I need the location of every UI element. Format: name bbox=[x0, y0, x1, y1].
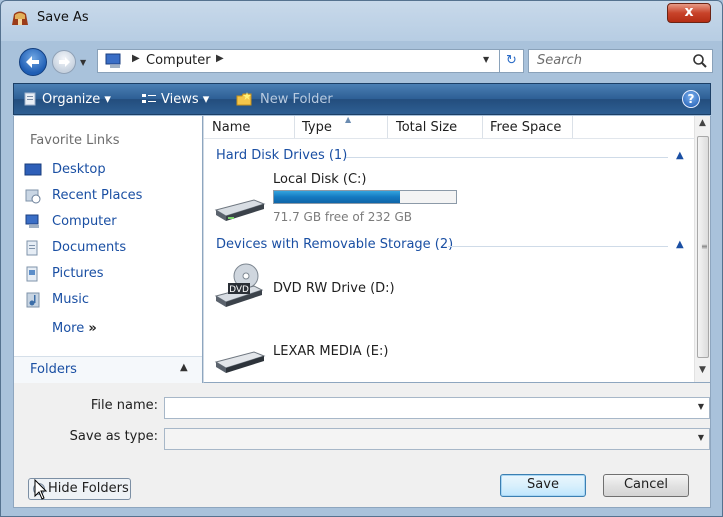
group-divider bbox=[448, 246, 668, 247]
scroll-up-icon[interactable]: ▲ bbox=[699, 118, 706, 128]
computer-icon bbox=[105, 53, 121, 68]
dvd-badge: DVD bbox=[229, 285, 249, 295]
search-placeholder: Search bbox=[537, 53, 582, 68]
vertical-scrollbar[interactable]: ▲ ≡ ▼ bbox=[694, 116, 710, 382]
folders-label: Folders bbox=[30, 362, 77, 377]
fav-link-label: Music bbox=[52, 292, 89, 307]
file-list-pane: Name ▲ Type Total Size Free Space Hard D… bbox=[203, 116, 711, 383]
chevron-up-icon[interactable]: ▲ bbox=[676, 239, 684, 250]
dvd-drive-icon: DVD bbox=[214, 263, 264, 307]
cancel-button[interactable]: Cancel bbox=[603, 474, 689, 497]
mouse-cursor-icon bbox=[34, 479, 48, 500]
search-icon[interactable] bbox=[692, 53, 708, 69]
recent-places-icon bbox=[25, 189, 41, 204]
hard-disk-icon bbox=[214, 199, 266, 221]
recent-pages-dropdown-icon[interactable]: ▼ bbox=[80, 58, 86, 67]
column-divider[interactable] bbox=[572, 116, 573, 138]
organize-icon bbox=[24, 92, 36, 106]
grip-icon: ≡ bbox=[701, 242, 708, 251]
column-divider[interactable] bbox=[482, 116, 483, 138]
save-options-panel: File name: ▼ Save as type: ▼ ▲ Hide Fold… bbox=[13, 383, 711, 508]
hide-folders-label: Hide Folders bbox=[48, 481, 129, 496]
favorite-links-header: Favorite Links bbox=[30, 133, 120, 148]
drive-usage-bar bbox=[273, 190, 457, 204]
save-type-select[interactable]: ▼ bbox=[164, 428, 710, 450]
double-chevron-right-icon: » bbox=[88, 321, 97, 336]
navigation-pane: Favorite Links Desktop Recent Places Com… bbox=[13, 116, 203, 383]
views-label: Views bbox=[161, 92, 199, 107]
column-header-name[interactable]: Name bbox=[212, 120, 250, 135]
chevron-down-icon[interactable]: ▼ bbox=[698, 433, 704, 442]
fav-link-label: Pictures bbox=[52, 266, 104, 281]
window-title: Save As bbox=[37, 10, 89, 25]
group-header-hard-disks[interactable]: Hard Disk Drives (1) bbox=[216, 148, 347, 163]
drive-name-c[interactable]: Local Disk (C:) bbox=[273, 172, 366, 187]
group-header-removable[interactable]: Devices with Removable Storage (2) bbox=[216, 237, 453, 252]
chevron-up-icon[interactable]: ▲ bbox=[676, 150, 684, 161]
save-type-label: Save as type: bbox=[69, 429, 158, 444]
back-arrow-icon bbox=[26, 56, 39, 68]
search-input[interactable]: Search bbox=[528, 49, 713, 73]
app-icon bbox=[12, 11, 28, 25]
column-headers: Name ▲ Type Total Size Free Space bbox=[204, 116, 694, 139]
fav-link-label: Recent Places bbox=[52, 188, 143, 203]
views-icon bbox=[142, 94, 156, 103]
scroll-thumb[interactable]: ≡ bbox=[697, 136, 709, 358]
fav-link-label: Computer bbox=[52, 214, 117, 229]
title-bar[interactable]: Save As x bbox=[1, 1, 722, 39]
close-button[interactable]: x bbox=[667, 3, 711, 23]
documents-icon bbox=[26, 240, 38, 256]
new-folder-icon bbox=[236, 92, 252, 106]
column-divider[interactable] bbox=[387, 116, 388, 138]
new-folder-button[interactable]: New Folder bbox=[260, 92, 333, 107]
fav-link-label: Documents bbox=[52, 240, 127, 255]
column-divider[interactable] bbox=[294, 116, 295, 138]
column-header-free-space[interactable]: Free Space bbox=[490, 120, 561, 135]
music-icon bbox=[26, 292, 40, 308]
column-header-total-size[interactable]: Total Size bbox=[396, 120, 457, 135]
organize-label: Organize bbox=[42, 92, 101, 107]
computer-icon bbox=[25, 214, 39, 228]
drive-name-e[interactable]: LEXAR MEDIA (E:) bbox=[273, 344, 388, 359]
pictures-icon bbox=[26, 266, 38, 282]
save-as-dialog: Save As x ▼ ▶ Computer ▶ ▼ ↻ Search Orga… bbox=[0, 0, 723, 517]
breadcrumb-chevron-icon[interactable]: ▶ bbox=[216, 53, 224, 64]
organize-button[interactable]: Organize ▾ bbox=[42, 92, 111, 107]
forward-arrow-icon bbox=[59, 57, 70, 67]
address-dropdown-icon[interactable]: ▼ bbox=[483, 55, 489, 64]
refresh-button[interactable]: ↻ bbox=[500, 49, 524, 73]
address-bar[interactable]: ▶ Computer ▶ ▼ bbox=[97, 49, 500, 73]
views-button[interactable]: Views ▾ bbox=[161, 92, 209, 107]
folders-bar[interactable]: Folders ▲ bbox=[14, 356, 202, 383]
drive-free-space: 71.7 GB free of 232 GB bbox=[273, 210, 412, 224]
column-header-type[interactable]: Type bbox=[302, 120, 332, 135]
file-name-input[interactable]: ▼ bbox=[164, 397, 710, 419]
drive-usage-fill bbox=[274, 191, 400, 203]
save-button[interactable]: Save bbox=[500, 474, 586, 497]
sort-indicator-icon: ▲ bbox=[345, 116, 352, 124]
breadcrumb-computer[interactable]: Computer bbox=[146, 53, 211, 68]
breadcrumb-chevron-icon[interactable]: ▶ bbox=[132, 53, 140, 64]
close-icon: x bbox=[684, 4, 694, 20]
help-button[interactable]: ? bbox=[682, 90, 700, 108]
desktop-icon bbox=[24, 163, 42, 176]
refresh-icon: ↻ bbox=[506, 53, 517, 68]
file-name-label: File name: bbox=[90, 398, 158, 413]
scroll-down-icon[interactable]: ▼ bbox=[699, 365, 706, 375]
help-icon: ? bbox=[687, 92, 695, 106]
forward-button[interactable] bbox=[52, 50, 76, 74]
removable-drive-icon bbox=[214, 351, 266, 373]
group-divider bbox=[346, 157, 668, 158]
drive-name-d[interactable]: DVD RW Drive (D:) bbox=[273, 281, 395, 296]
more-link[interactable]: More » bbox=[52, 321, 97, 336]
back-button[interactable] bbox=[19, 48, 47, 76]
chevron-up-icon: ▲ bbox=[180, 362, 188, 373]
chevron-down-icon[interactable]: ▼ bbox=[698, 402, 704, 411]
command-toolbar: Organize ▾ Views ▾ New Folder ? bbox=[13, 83, 711, 115]
fav-link-label: Desktop bbox=[52, 162, 106, 177]
more-label: More bbox=[52, 321, 85, 336]
